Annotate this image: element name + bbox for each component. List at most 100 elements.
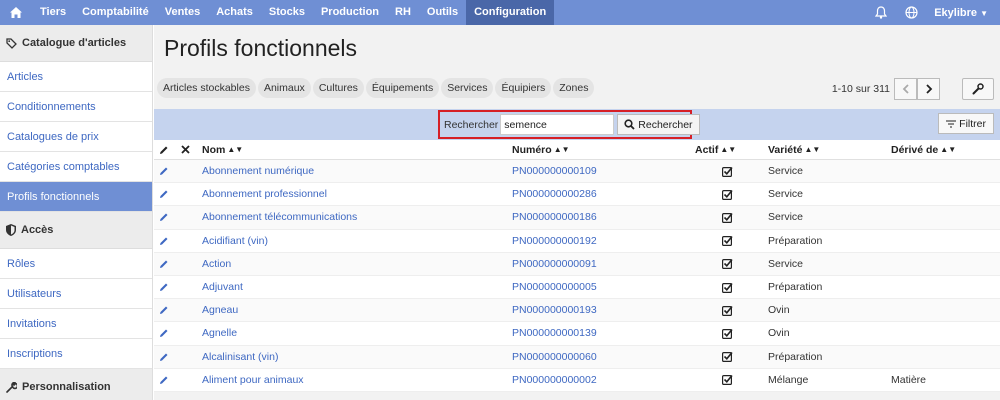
tab[interactable]: Équipiers bbox=[495, 78, 552, 98]
row-number-link[interactable]: PN000000000109 bbox=[512, 160, 597, 182]
row-name-link[interactable]: Agneau bbox=[202, 299, 238, 321]
caret-down-icon: ▼ bbox=[980, 8, 988, 18]
main-content: Profils fonctionnels Articles stockables… bbox=[154, 25, 1000, 400]
tab[interactable]: Services bbox=[441, 78, 494, 98]
edit-icon[interactable] bbox=[159, 322, 169, 344]
row-number-link[interactable]: PN000000000091 bbox=[512, 253, 597, 275]
row-name-link[interactable]: Abonnement télécommunications bbox=[202, 206, 357, 228]
sidebar-item[interactable]: Rôles bbox=[0, 249, 152, 279]
nav-item[interactable]: Comptabilité bbox=[74, 0, 157, 25]
row-name-link[interactable]: Agnelle bbox=[202, 322, 237, 344]
sort-icon: ▲▼ bbox=[720, 145, 737, 154]
tab[interactable]: Équipements bbox=[365, 78, 440, 98]
bell-icon[interactable] bbox=[866, 0, 896, 25]
globe-icon[interactable] bbox=[896, 0, 926, 25]
checkbox-checked-icon bbox=[722, 253, 733, 275]
search-button-label: Rechercher bbox=[638, 118, 693, 131]
row-variety: Service bbox=[768, 211, 804, 224]
table-row: Abonnement professionnel PN000000000286 Se… bbox=[154, 183, 1000, 207]
tab[interactable]: Articles stockables bbox=[157, 78, 256, 98]
table-row: Abonnement numérique PN000000000109 Servic… bbox=[154, 160, 1000, 184]
nav-item[interactable]: Achats bbox=[208, 0, 261, 25]
row-name-link[interactable]: Adjuvant bbox=[202, 276, 243, 298]
nav-item[interactable]: Tiers bbox=[32, 0, 74, 25]
home-icon[interactable] bbox=[0, 0, 32, 25]
sidebar-group-label: Catalogue d'articles bbox=[22, 37, 127, 49]
next-page-button[interactable] bbox=[917, 78, 940, 100]
filter-button[interactable]: Filtrer bbox=[938, 113, 994, 134]
nav-item[interactable]: Configuration bbox=[466, 0, 555, 25]
row-number-link[interactable]: PN000000000005 bbox=[512, 276, 597, 298]
search-label: Rechercher bbox=[444, 118, 499, 131]
row-name-link[interactable]: Alcalinisant (vin) bbox=[202, 346, 278, 368]
search-button[interactable]: Rechercher bbox=[617, 114, 700, 135]
sidebar-item[interactable]: Catégories comptables bbox=[0, 152, 152, 182]
tab[interactable]: Cultures bbox=[312, 78, 364, 98]
nav-item[interactable]: Ventes bbox=[157, 0, 208, 25]
column-header-derived[interactable]: Dérivé de ▲▼ bbox=[891, 140, 956, 159]
row-derived: Matière bbox=[891, 373, 927, 386]
row-number-link[interactable]: PN000000000286 bbox=[512, 183, 597, 205]
edit-icon[interactable] bbox=[159, 276, 169, 298]
row-variety: Préparation bbox=[768, 281, 823, 294]
table-row: Adjuvant PN000000000005 Préparation bbox=[154, 276, 1000, 300]
nav-item[interactable]: Outils bbox=[419, 0, 466, 25]
column-header-name[interactable]: Nom ▲▼ bbox=[202, 140, 243, 159]
sidebar-item[interactable]: Articles bbox=[0, 62, 152, 92]
pencil-icon bbox=[159, 140, 169, 159]
row-name-link[interactable]: Acidifiant (vin) bbox=[202, 230, 268, 252]
column-header-variety[interactable]: Variété ▲▼ bbox=[768, 140, 820, 159]
row-name-link[interactable]: Aliment pour animaux bbox=[202, 369, 304, 391]
previous-page-button[interactable] bbox=[894, 78, 917, 100]
sidebar-item[interactable]: Profils fonctionnels bbox=[0, 182, 152, 212]
nav-item[interactable]: Production bbox=[313, 0, 387, 25]
edit-icon[interactable] bbox=[159, 299, 169, 321]
search-bar: Rechercher Rechercher Filtrer bbox=[154, 109, 1000, 140]
column-header-label: Actif bbox=[695, 143, 719, 156]
settings-button[interactable] bbox=[962, 78, 994, 100]
sidebar-item[interactable]: Invitations bbox=[0, 309, 152, 339]
tab[interactable]: Zones bbox=[553, 78, 595, 98]
tag-icon bbox=[6, 37, 17, 49]
row-number-link[interactable]: PN000000000193 bbox=[512, 299, 597, 321]
checkbox-checked-icon bbox=[722, 206, 733, 228]
table-row: Action PN000000000091 Service bbox=[154, 252, 1000, 276]
table-row: Agnelle PN000000000139 Ovin bbox=[154, 322, 1000, 346]
search-input[interactable] bbox=[500, 114, 615, 135]
row-variety: Service bbox=[768, 257, 804, 270]
tab-bar: Articles stockables Animaux Cultures Équipe… bbox=[157, 78, 596, 98]
top-navbar: Tiers Comptabilité Ventes Achats Stocks Produ… bbox=[0, 0, 1000, 25]
nav-item[interactable]: Stocks bbox=[261, 0, 313, 25]
row-number-link[interactable]: PN000000000139 bbox=[512, 322, 597, 344]
sort-icon: ▲▼ bbox=[940, 145, 957, 154]
sidebar-group-catalogue: Catalogue d'articles bbox=[0, 25, 152, 62]
table-row: Agneau PN000000000193 Ovin bbox=[154, 299, 1000, 323]
user-menu[interactable]: Ekylibre ▼ bbox=[926, 7, 1000, 19]
tab[interactable]: Animaux bbox=[257, 78, 311, 98]
column-header-label: Numéro bbox=[512, 143, 552, 156]
row-number-link[interactable]: PN000000000192 bbox=[512, 230, 597, 252]
row-number-link[interactable]: PN000000000002 bbox=[512, 369, 597, 391]
edit-icon[interactable] bbox=[159, 230, 169, 252]
row-number-link[interactable]: PN000000000060 bbox=[512, 346, 597, 368]
sidebar-item[interactable]: Catalogues de prix bbox=[0, 122, 152, 152]
row-name-link[interactable]: Action bbox=[202, 253, 231, 275]
nav-item[interactable]: RH bbox=[387, 0, 419, 25]
edit-icon[interactable] bbox=[159, 346, 169, 368]
edit-icon[interactable] bbox=[159, 206, 169, 228]
sidebar-item[interactable]: Utilisateurs bbox=[0, 279, 152, 309]
column-header-active[interactable]: Actif ▲▼ bbox=[695, 140, 736, 159]
table-header: Nom ▲▼ Numéro ▲▼ Actif ▲▼ Variété ▲▼ Dérivé … bbox=[154, 140, 1000, 160]
row-name-link[interactable]: Abonnement numérique bbox=[202, 160, 314, 182]
edit-icon[interactable] bbox=[159, 369, 169, 391]
row-name-link[interactable]: Abonnement professionnel bbox=[202, 183, 327, 205]
edit-icon[interactable] bbox=[159, 253, 169, 275]
sort-icon: ▲▼ bbox=[804, 145, 821, 154]
row-number-link[interactable]: PN000000000186 bbox=[512, 206, 597, 228]
column-header-number[interactable]: Numéro ▲▼ bbox=[512, 140, 570, 159]
edit-icon[interactable] bbox=[159, 160, 169, 182]
sidebar-item[interactable]: Inscriptions bbox=[0, 339, 152, 369]
sidebar-item[interactable]: Conditionnements bbox=[0, 92, 152, 122]
data-table: Nom ▲▼ Numéro ▲▼ Actif ▲▼ Variété ▲▼ Dérivé … bbox=[154, 140, 1000, 392]
edit-icon[interactable] bbox=[159, 183, 169, 205]
